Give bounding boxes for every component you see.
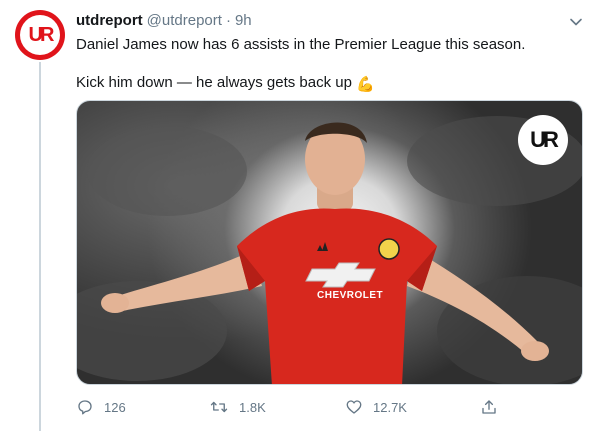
separator: · [225, 12, 231, 29]
share-icon [482, 400, 496, 414]
retweet-button[interactable]: 1.8K [209, 398, 266, 416]
tweet-text-line-2: Kick him down — he always gets back up 💪 [76, 73, 375, 95]
media-shirt-text: CHEVROLET [317, 290, 384, 301]
tweet-text-line-2-text: Kick him down — he always gets back up [76, 74, 352, 91]
tweet-media-image[interactable]: CHEVROLET UR [76, 100, 583, 385]
thread-line [39, 62, 41, 431]
flexed-biceps-emoji: 💪 [355, 76, 375, 93]
reply-icon [78, 400, 92, 415]
avatar[interactable]: UR [15, 10, 65, 60]
retweet-count: 1.8K [239, 399, 266, 415]
timestamp[interactable]: 9h [235, 12, 252, 29]
tweet-header: utdreport @utdreport · 9h [76, 12, 252, 29]
reply-count: 126 [104, 399, 126, 415]
tweet-actions: 126 1.8K 12.7K [76, 398, 496, 422]
media-watermark-logo: UR [518, 115, 568, 165]
display-name[interactable]: utdreport [76, 12, 143, 29]
avatar-logo: UR [20, 15, 60, 55]
player-illustration [77, 116, 582, 384]
share-button[interactable] [480, 398, 498, 416]
like-button[interactable]: 12.7K [345, 398, 407, 416]
chevron-down-icon [570, 18, 582, 26]
more-options-button[interactable] [566, 12, 586, 32]
retweet-icon [210, 401, 228, 413]
handle[interactable]: @utdreport [147, 12, 222, 29]
like-count: 12.7K [373, 399, 407, 415]
like-icon [346, 400, 362, 414]
reply-button[interactable]: 126 [76, 398, 126, 416]
tweet-text-line-1: Daniel James now has 6 assists in the Pr… [76, 36, 526, 53]
tweet[interactable]: UR utdreport @utdreport · 9h Daniel Jame… [0, 0, 602, 431]
media-watermark-text: UR [530, 127, 559, 152]
